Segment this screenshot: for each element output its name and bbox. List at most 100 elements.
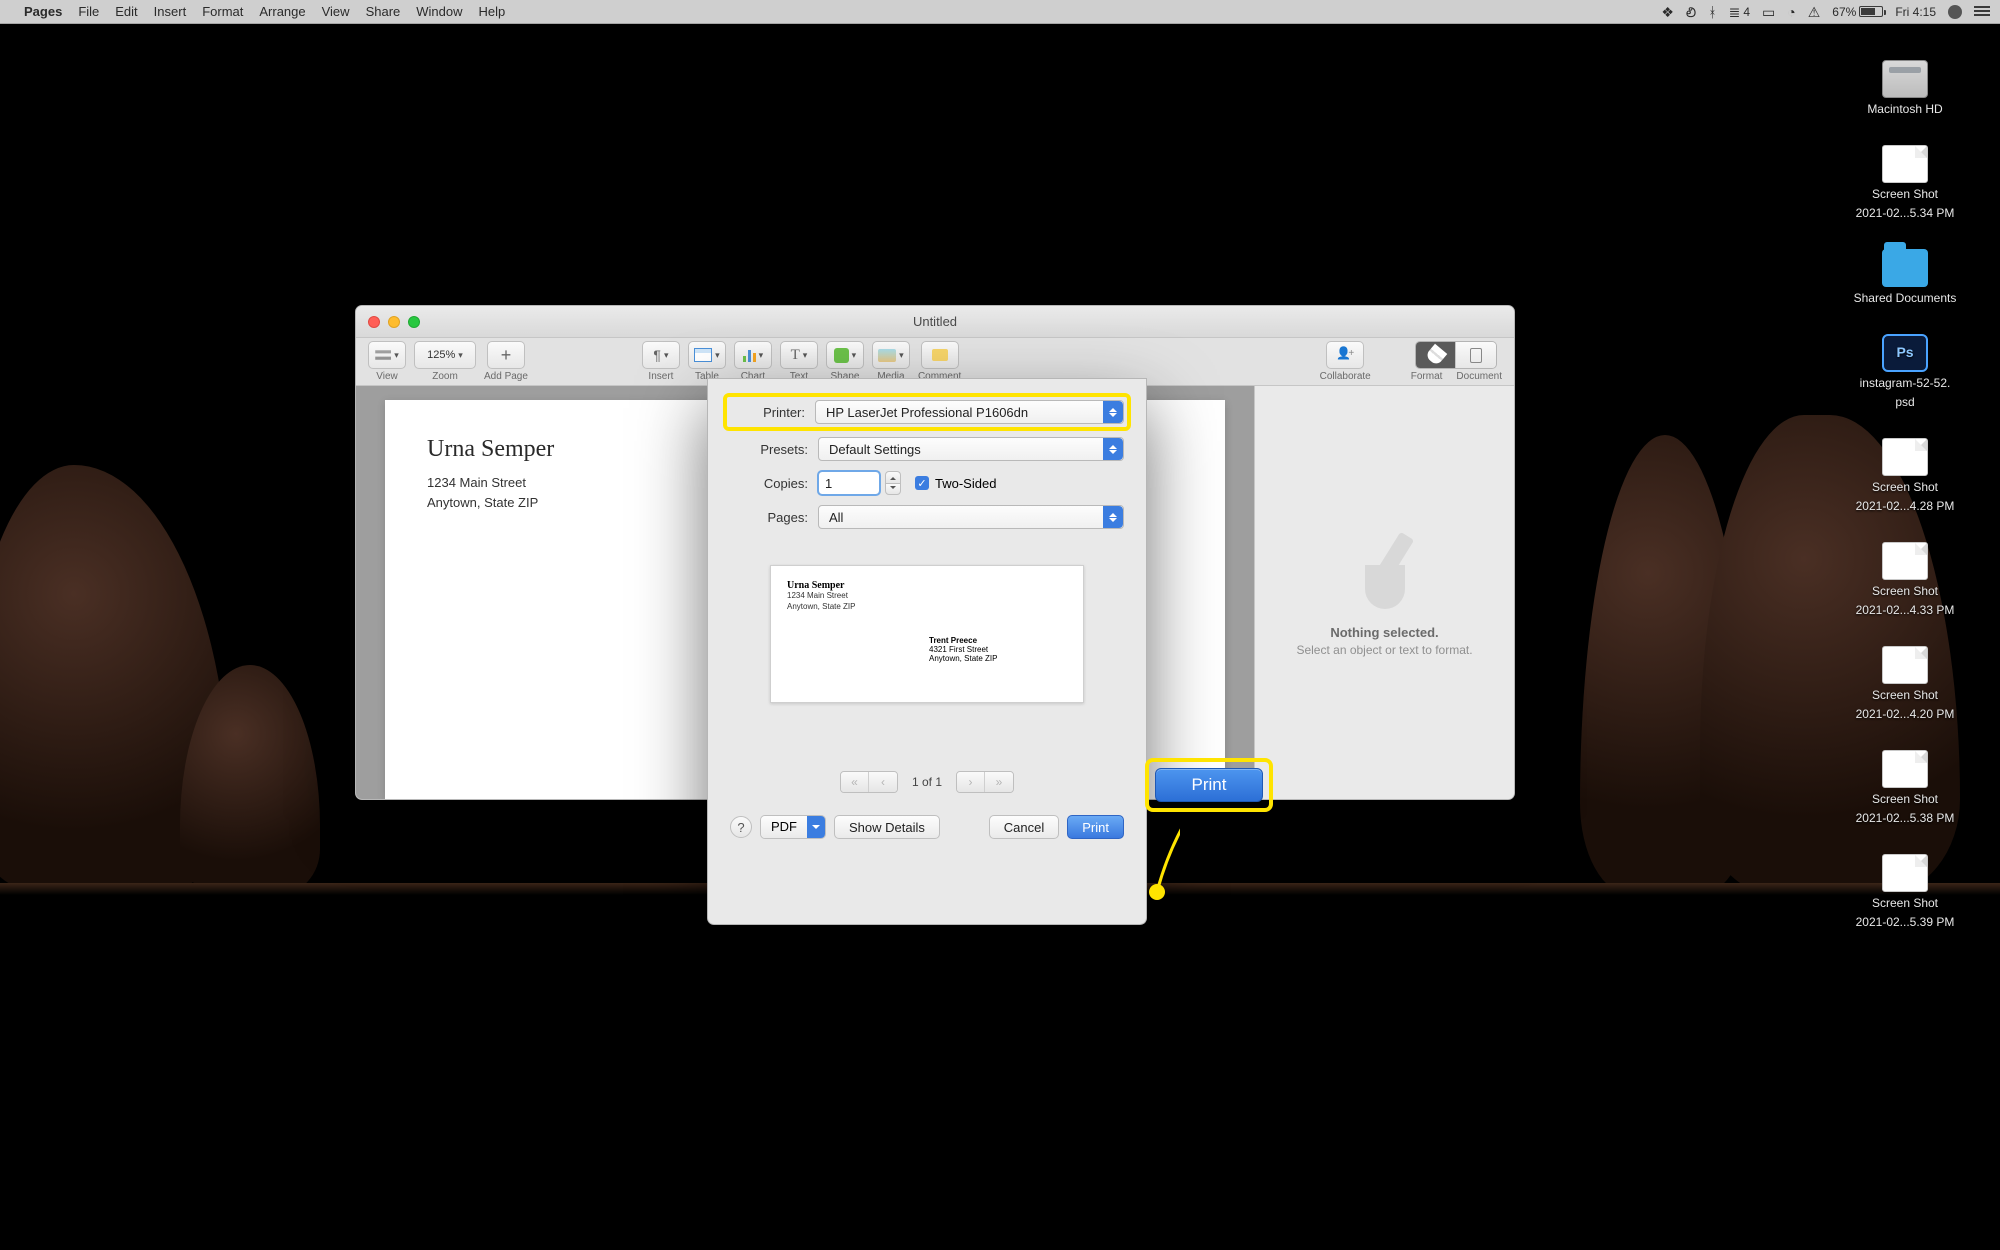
chart-button[interactable]: ▾	[734, 341, 772, 369]
icon-label-2: 2021-02...4.20 PM	[1856, 707, 1955, 722]
menu-insert[interactable]: Insert	[154, 4, 187, 19]
desktop-icon-file[interactable]: Screen Shot 2021-02...4.28 PM	[1830, 438, 1980, 514]
folder-icon	[1882, 249, 1928, 287]
menu-bar: Pages File Edit Insert Format Arrange Vi…	[0, 0, 2000, 24]
table-button[interactable]: ▾	[688, 341, 726, 369]
clock-icon[interactable]: ◔	[1787, 5, 1795, 19]
file-icon	[1882, 854, 1928, 892]
minimize-window-button[interactable]	[388, 316, 400, 328]
desktop-icon-hd[interactable]: Macintosh HD	[1830, 60, 1980, 117]
desktop-icon-folder[interactable]: Shared Documents	[1830, 249, 1980, 306]
media-button[interactable]: ▾	[872, 341, 910, 369]
copies-input[interactable]	[818, 471, 880, 495]
toolbar-label: Document	[1456, 371, 1502, 382]
presets-value: Default Settings	[829, 442, 921, 457]
shape-icon	[834, 348, 849, 363]
dropbox-icon[interactable]: ❖	[1661, 5, 1674, 19]
pages-select[interactable]: All	[818, 505, 1124, 529]
document-tab[interactable]	[1456, 342, 1496, 368]
presets-label: Presets:	[730, 442, 808, 457]
user-menu-icon[interactable]	[1948, 5, 1962, 19]
brush-large-icon	[1345, 529, 1425, 615]
hard-drive-icon	[1882, 60, 1928, 98]
menu-window[interactable]: Window	[416, 4, 462, 19]
menu-clock[interactable]: Fri 4:15	[1895, 5, 1936, 19]
insert-button[interactable]: ¶▾	[642, 341, 680, 369]
two-sided-checkbox[interactable]: ✓	[915, 476, 929, 490]
shape-button[interactable]: ▾	[826, 341, 864, 369]
chart-icon	[743, 348, 756, 362]
desktop-icon-file[interactable]: Screen Shot 2021-02...5.34 PM	[1830, 145, 1980, 221]
two-sided-label: Two-Sided	[935, 476, 996, 491]
icon-label: Macintosh HD	[1867, 102, 1942, 117]
view-button[interactable]: ▾	[368, 341, 406, 369]
menu-share[interactable]: Share	[366, 4, 401, 19]
desktop: Pages File Edit Insert Format Arrange Vi…	[0, 0, 2000, 1250]
printer-select[interactable]: HP LaserJet Professional P1606dn	[815, 400, 1124, 424]
window-titlebar[interactable]: Untitled	[356, 306, 1514, 338]
table-icon	[694, 348, 712, 362]
preview-pager: « ‹ 1 of 1 › »	[730, 771, 1124, 793]
desktop-icon-file[interactable]: Screen Shot 2021-02...4.33 PM	[1830, 542, 1980, 618]
photoshop-file-icon: Ps	[1882, 334, 1928, 372]
notification-center-icon[interactable]	[1974, 6, 1990, 18]
pdf-dropdown[interactable]: PDF	[760, 815, 826, 839]
show-details-button[interactable]: Show Details	[834, 815, 940, 839]
display-icon[interactable]: ▭	[1762, 5, 1775, 19]
menu-arrange[interactable]: Arrange	[259, 4, 305, 19]
cancel-button[interactable]: Cancel	[989, 815, 1059, 839]
view-icon	[375, 347, 391, 363]
active-app-name[interactable]: Pages	[24, 4, 62, 19]
desktop-icon-psd[interactable]: Ps instagram-52-52. psd	[1830, 334, 1980, 410]
icon-label: Screen Shot	[1872, 480, 1938, 495]
preview-to-addr: 4321 First Street Anytown, State ZIP	[929, 645, 997, 663]
document-icon	[1470, 348, 1482, 363]
icon-label-2: 2021-02...4.28 PM	[1856, 499, 1955, 514]
close-window-button[interactable]	[368, 316, 380, 328]
toolbar-label: View	[376, 371, 398, 382]
desktop-icon-file[interactable]: Screen Shot 2021-02...5.39 PM	[1830, 854, 1980, 930]
help-button[interactable]: ?	[730, 816, 752, 838]
text-icon: T	[791, 347, 800, 364]
copies-stepper[interactable]	[885, 471, 901, 495]
inspector-empty-title: Nothing selected.	[1330, 625, 1438, 640]
wifi-icon[interactable]: ⚠︎	[1808, 5, 1821, 19]
select-arrows-icon	[1103, 506, 1123, 528]
desktop-icon-file[interactable]: Screen Shot 2021-02...5.38 PM	[1830, 750, 1980, 826]
print-button[interactable]: Print	[1067, 815, 1124, 839]
format-tab[interactable]	[1416, 342, 1456, 368]
pager-first[interactable]: «	[841, 772, 869, 792]
battery-status[interactable]: 67%	[1832, 5, 1883, 19]
menu-view[interactable]: View	[322, 4, 350, 19]
text-button[interactable]: T▾	[780, 341, 818, 369]
comment-button[interactable]	[921, 341, 959, 369]
notification-stack[interactable]: ≣4	[1729, 5, 1750, 19]
add-page-button[interactable]: +	[487, 341, 525, 369]
menu-edit[interactable]: Edit	[115, 4, 137, 19]
preview-from-name: Urna Semper	[787, 580, 1067, 591]
menu-file[interactable]: File	[78, 4, 99, 19]
pager-next[interactable]: ›	[957, 772, 985, 792]
icon-label-2: psd	[1895, 395, 1914, 410]
sync-icon[interactable]: లి	[1686, 5, 1696, 19]
print-preview: Urna Semper 1234 Main Street Anytown, St…	[770, 565, 1084, 703]
menu-help[interactable]: Help	[479, 4, 506, 19]
traffic-lights	[368, 316, 420, 328]
pager-prev[interactable]: ‹	[869, 772, 897, 792]
icon-label: Screen Shot	[1872, 688, 1938, 703]
chevron-down-icon	[807, 816, 825, 838]
toolbar-label: Format	[1411, 371, 1443, 382]
media-icon	[878, 349, 896, 362]
desktop-icon-file[interactable]: Screen Shot 2021-02...4.20 PM	[1830, 646, 1980, 722]
collaborate-button[interactable]	[1326, 341, 1364, 369]
zoom-window-button[interactable]	[408, 316, 420, 328]
presets-select[interactable]: Default Settings	[818, 437, 1124, 461]
bluetooth-icon[interactable]: ᚼ	[1708, 5, 1716, 19]
icon-label: Screen Shot	[1872, 584, 1938, 599]
zoom-dropdown[interactable]: 125%▾	[414, 341, 476, 369]
file-icon	[1882, 145, 1928, 183]
menu-format[interactable]: Format	[202, 4, 243, 19]
select-arrows-icon	[1103, 401, 1123, 423]
pager-last[interactable]: »	[985, 772, 1013, 792]
brush-icon	[1425, 344, 1448, 367]
